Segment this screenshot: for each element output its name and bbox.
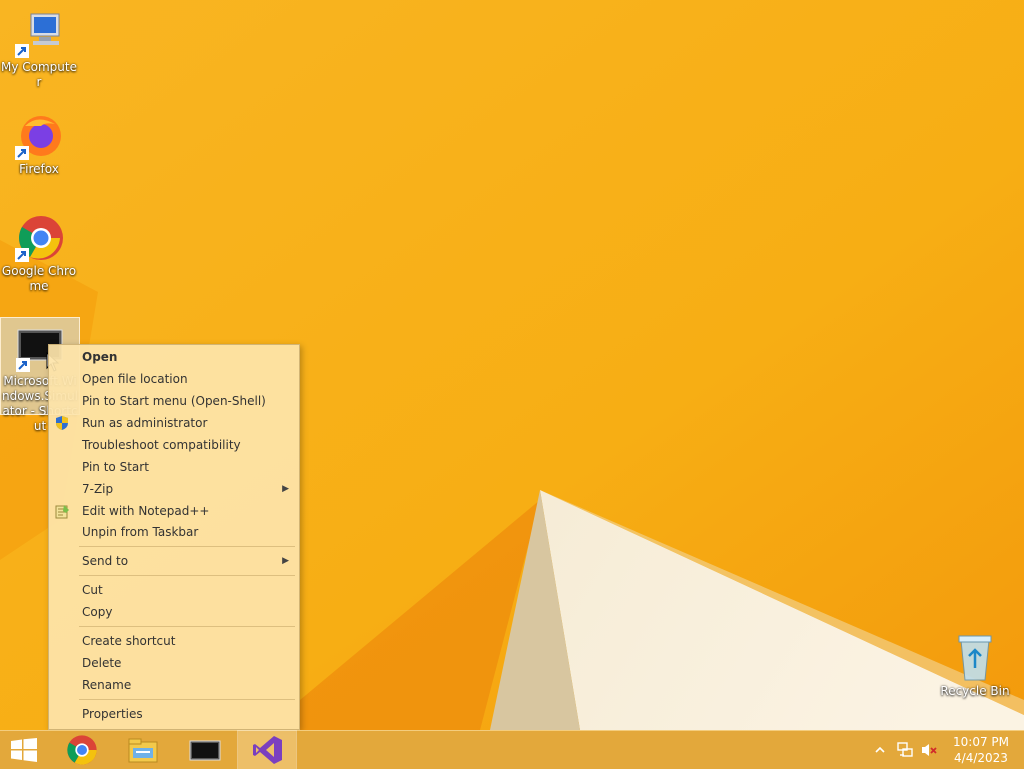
menu-item-label: Rename [82, 678, 132, 692]
network-icon[interactable] [896, 741, 914, 759]
menu-separator [79, 626, 295, 627]
menu-item-label: Open [82, 350, 118, 364]
simulator-icon [189, 740, 221, 761]
menu-item-label: Pin to Start [82, 460, 149, 474]
menu-item-label: Unpin from Taskbar [82, 525, 199, 539]
notepad-icon [55, 505, 69, 519]
menu-item-unpin-from-taskbar[interactable]: Unpin from Taskbar [49, 521, 299, 543]
chrome-icon [67, 735, 97, 765]
start-button[interactable] [0, 731, 48, 769]
menu-item-label: Cut [82, 583, 103, 597]
taskbar-button-chrome[interactable] [52, 731, 112, 769]
menu-item-label: Create shortcut [82, 634, 176, 648]
windows-start-icon [11, 738, 37, 762]
taskbar-button-file-explorer[interactable] [113, 731, 173, 769]
taskbar-button-visual-studio[interactable] [237, 730, 297, 769]
menu-item-cut[interactable]: Cut [49, 579, 299, 601]
menu-item-troubleshoot-compatibility[interactable]: Troubleshoot compatibility [49, 434, 299, 456]
computer-icon [15, 10, 63, 58]
menu-separator [79, 546, 295, 547]
show-hidden-icons-chevron-icon[interactable] [874, 744, 886, 756]
context-menu: Open Open file location Pin to Start men… [48, 344, 300, 730]
chrome-icon [15, 214, 63, 262]
desktop-icon-label: Firefox [19, 162, 59, 176]
menu-item-label: Run as administrator [82, 416, 208, 430]
menu-separator [79, 699, 295, 700]
menu-item-label: Delete [82, 656, 122, 670]
shortcut-arrow-icon [15, 146, 29, 160]
menu-separator [79, 575, 295, 576]
submenu-arrow-icon: ▶ [282, 484, 289, 494]
clock-time: 10:07 PM [953, 735, 1009, 749]
shield-icon [56, 416, 68, 430]
desktop-icon-label: Recycle Bin [940, 684, 1010, 698]
shortcut-arrow-icon [15, 248, 29, 262]
menu-item-label: Edit with Notepad++ [82, 504, 210, 518]
menu-item-create-shortcut[interactable]: Create shortcut [49, 630, 299, 652]
shortcut-arrow-icon [15, 44, 29, 58]
submenu-arrow-icon: ▶ [282, 556, 289, 566]
menu-item-open-file-location[interactable]: Open file location [49, 368, 299, 390]
menu-item-label: Send to [82, 554, 129, 568]
menu-item-pin-to-start-menu[interactable]: Pin to Start menu (Open-Shell) [49, 390, 299, 412]
menu-item-open[interactable]: Open [49, 346, 299, 368]
taskbar: 10:07 PM 4/4/2023 [0, 730, 1024, 769]
menu-item-label: Open file location [82, 372, 188, 386]
menu-item-7zip[interactable]: 7-Zip ▶ [49, 478, 299, 500]
menu-item-properties[interactable]: Properties [49, 703, 299, 725]
menu-item-label: Copy [82, 605, 113, 619]
volume-muted-icon[interactable] [920, 741, 938, 759]
menu-item-label: Troubleshoot compatibility [82, 438, 241, 452]
shortcut-arrow-icon [16, 358, 30, 372]
menu-item-run-as-administrator[interactable]: Run as administrator [49, 412, 299, 434]
menu-item-label: 7-Zip [82, 482, 114, 496]
menu-item-edit-with-notepadpp[interactable]: Edit with Notepad++ [49, 500, 299, 522]
menu-item-label: Pin to Start menu (Open-Shell) [82, 394, 266, 408]
clock-date: 4/4/2023 [954, 751, 1008, 765]
menu-item-send-to[interactable]: Send to ▶ [49, 550, 299, 572]
desktop-icon-label: My Computer [1, 60, 77, 89]
menu-item-rename[interactable]: Rename [49, 674, 299, 696]
desktop-icon-google-chrome[interactable]: Google Chrome [0, 214, 78, 294]
menu-item-delete[interactable]: Delete [49, 652, 299, 674]
menu-item-copy[interactable]: Copy [49, 601, 299, 623]
taskbar-clock[interactable]: 10:07 PM 4/4/2023 [940, 734, 1022, 766]
desktop-icon-my-computer[interactable]: My Computer [0, 10, 78, 90]
desktop-icon-recycle-bin[interactable]: Recycle Bin [936, 632, 1014, 699]
file-explorer-icon [128, 738, 158, 763]
firefox-icon [15, 112, 63, 160]
visual-studio-icon [253, 736, 282, 764]
desktop-icon-firefox[interactable]: Firefox [0, 112, 78, 177]
menu-item-pin-to-start[interactable]: Pin to Start [49, 456, 299, 478]
taskbar-button-simulator[interactable] [175, 731, 235, 769]
recycle-bin-icon [951, 632, 999, 682]
menu-item-label: Properties [82, 707, 143, 721]
desktop-icon-label: Google Chrome [1, 264, 77, 293]
